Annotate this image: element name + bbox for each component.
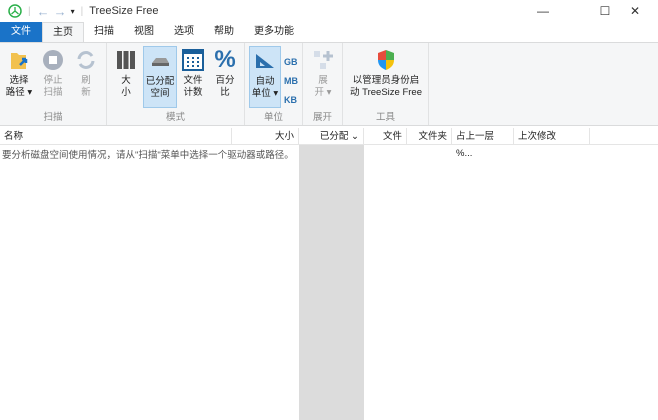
column-folders[interactable]: 文件夹 — [407, 128, 452, 145]
label: 小 — [121, 87, 131, 98]
group-tools: 以管理员身份启动 TreeSize Free 工具 — [343, 43, 429, 125]
label: 扫描 — [43, 87, 63, 98]
column-allocated[interactable]: 已分配 ⌄ — [299, 128, 364, 145]
grid-icon — [182, 49, 204, 71]
label: 计数 — [183, 87, 203, 98]
auto-unit-button[interactable]: 自动 单位 ▾ — [249, 46, 281, 108]
tab-view[interactable]: 视图 — [124, 22, 164, 42]
bars-icon — [117, 51, 135, 69]
percent-button[interactable]: % 百分比 — [210, 46, 240, 108]
label: 文件 — [183, 75, 203, 86]
ruler-triangle-icon — [256, 54, 274, 68]
expand-button[interactable]: 展开 ▾ — [308, 46, 338, 108]
gb-button[interactable]: GB — [284, 53, 298, 72]
label: 百分 — [215, 75, 235, 86]
tab-file[interactable]: 文件 — [0, 22, 42, 42]
folder-icon — [11, 53, 28, 69]
label: 路径 ▾ — [5, 87, 33, 98]
allocated-space-button[interactable]: 已分配 空间 — [143, 46, 177, 108]
tab-help[interactable]: 帮助 — [204, 22, 244, 42]
size-mode-button[interactable]: 大小 — [111, 46, 141, 108]
label: 比 — [220, 87, 230, 98]
label: 已分配 — [145, 76, 175, 87]
tab-more[interactable]: 更多功能 — [244, 22, 304, 42]
run-as-admin-button[interactable]: 以管理员身份启动 TreeSize Free — [346, 46, 426, 108]
group-label: 单位 — [263, 112, 283, 123]
label: 选择 — [9, 75, 29, 86]
label: 自动 — [255, 76, 275, 87]
stop-icon — [43, 50, 63, 70]
tab-scan[interactable]: 扫描 — [84, 22, 124, 42]
label: 空间 — [150, 88, 170, 99]
label: 新 — [81, 87, 91, 98]
column-files[interactable]: 文件 — [364, 128, 407, 145]
label: 以管理员身份启 — [352, 75, 420, 86]
label: 单位 ▾ — [251, 88, 279, 99]
label: 开 ▾ — [314, 87, 332, 98]
column-size[interactable]: 大小 — [232, 128, 299, 145]
kb-button[interactable]: KB — [284, 91, 298, 110]
back-icon[interactable]: ← — [37, 4, 50, 19]
shield-icon — [378, 50, 394, 70]
window-title: TreeSize Free — [89, 5, 159, 17]
disk-icon — [152, 58, 169, 66]
file-count-button[interactable]: 文件 计数 — [178, 46, 208, 108]
group-unit: 自动 单位 ▾ GB MB KB 单位 — [245, 43, 303, 125]
column-modified[interactable]: 上次修改 — [514, 128, 590, 145]
percent-icon: % — [214, 46, 236, 73]
empty-message: 要分析磁盘空间使用情况，请从"扫描"菜单中选择一个驱动器或路径。 — [2, 150, 294, 161]
close-button[interactable]: ✕ — [612, 0, 658, 22]
forward-icon[interactable]: → — [54, 4, 67, 19]
group-label: 模式 — [165, 112, 185, 123]
column-header: 名称 大小 已分配 ⌄ 文件 文件夹 占上一层 %... 上次修改 — [0, 128, 658, 159]
title-bar: | ← → ▾ | TreeSize Free — ☐ ✕ — [0, 0, 658, 22]
app-logo-icon — [8, 4, 22, 18]
group-label: 工具 — [375, 112, 395, 123]
column-name[interactable]: 名称 — [0, 128, 232, 145]
sorted-column-highlight — [299, 145, 364, 420]
choose-path-button[interactable]: 选择 路径 ▾ — [4, 46, 34, 108]
mb-button[interactable]: MB — [284, 72, 298, 91]
tab-home[interactable]: 主页 — [42, 22, 84, 42]
column-percent[interactable]: 占上一层 %... — [452, 128, 514, 159]
label: 展 — [318, 75, 328, 86]
minimize-button[interactable]: — — [520, 0, 566, 22]
group-scan: 选择 路径 ▾ 停止 扫描 刷新 扫描 — [0, 43, 107, 125]
group-label: 扫描 — [43, 112, 63, 123]
refresh-icon — [77, 51, 95, 69]
ribbon: 选择 路径 ▾ 停止 扫描 刷新 扫描 大小 已分配 空间 文件 计数 % 百分比 模式… — [0, 42, 658, 126]
ribbon-tabs: 文件 主页 扫描 视图 选项 帮助 更多功能 — [0, 22, 658, 42]
label: 动 TreeSize Free — [350, 87, 422, 98]
label: 停止 — [43, 75, 63, 86]
refresh-button[interactable]: 刷新 — [71, 46, 101, 108]
group-label: 展开 — [312, 112, 332, 123]
group-expand: 展开 ▾ 展开 — [303, 43, 343, 125]
expand-tree-icon — [314, 51, 333, 69]
tab-options[interactable]: 选项 — [164, 22, 204, 42]
label: 刷 — [81, 75, 91, 86]
stop-scan-button[interactable]: 停止 扫描 — [38, 46, 68, 108]
group-mode: 大小 已分配 空间 文件 计数 % 百分比 模式 — [107, 43, 245, 125]
label: 大 — [121, 75, 131, 86]
quick-access-dropdown-icon[interactable]: ▾ — [71, 7, 75, 16]
